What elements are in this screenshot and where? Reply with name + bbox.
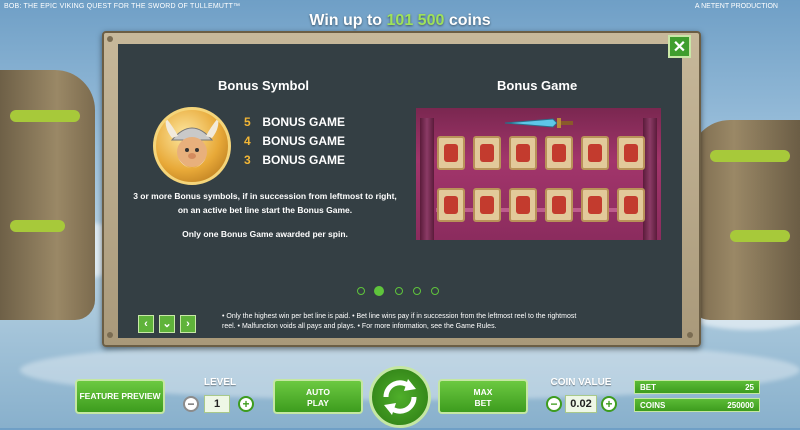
rules-text-line-1: • Only the highest win per bet line is p… [222, 313, 577, 320]
feature-preview-button[interactable]: FEATURE PREVIEW [75, 379, 165, 414]
page-dot[interactable] [413, 287, 421, 295]
scroll-down-button[interactable]: ⌄ [159, 315, 175, 333]
win-banner: Win up to 101 500 coins [0, 12, 800, 30]
close-button[interactable]: ✕ [668, 35, 691, 58]
bet-value: 25 [745, 383, 754, 392]
page-dot[interactable] [431, 287, 439, 295]
bonus-note: Only one Bonus Game awarded per spin. [182, 229, 348, 239]
level-label: LEVEL [203, 377, 237, 388]
bonus-tile [617, 188, 645, 222]
bonus-tile [545, 136, 573, 170]
rules-text-line-2: reel. • Malfunction voids all pays and p… [222, 323, 497, 330]
page-dot-active[interactable] [374, 286, 384, 296]
rivet [107, 36, 113, 42]
bet-label: BET [640, 383, 656, 392]
bonus-tile [581, 188, 609, 222]
page-dot[interactable] [357, 287, 365, 295]
bet-display: BET 25 [634, 380, 760, 394]
game-title: BOB: THE EPIC VIKING QUEST FOR THE SWORD… [4, 3, 241, 10]
bonus-symbol-viking-icon [153, 107, 231, 185]
win-amount: 101 500 [386, 12, 445, 29]
bonus-tile [509, 136, 537, 170]
coins-value: 250000 [727, 401, 754, 410]
coin-value-label: COIN VALUE [550, 377, 612, 388]
auto-play-button[interactable]: AUTO PLAY [273, 379, 363, 414]
level-minus-button[interactable]: − [183, 396, 199, 412]
bonus-tile [437, 136, 465, 170]
auto-play-label-1: AUTO [306, 387, 330, 397]
bonus-tile [473, 136, 501, 170]
left-cliff [0, 70, 95, 320]
right-cliff [690, 120, 800, 320]
coins-label: COINS [640, 401, 666, 410]
level-value: 1 [204, 395, 230, 413]
max-bet-label-1: MAX [473, 387, 493, 397]
page-dot[interactable] [395, 287, 403, 295]
bonus-game-title: Bonus Game [497, 78, 578, 93]
level-plus-button[interactable]: + [238, 396, 254, 412]
payout-count: 3 [244, 153, 251, 167]
rivet [687, 332, 693, 338]
spin-arrows-icon [383, 379, 417, 415]
bonus-tile [581, 136, 609, 170]
sword-icon [504, 118, 573, 128]
payout-count: 4 [244, 134, 251, 148]
bonus-tile [473, 188, 501, 222]
producer-credit: A NETENT PRODUCTION [694, 3, 778, 10]
bonus-tile [617, 136, 645, 170]
coins-display: COINS 250000 [634, 398, 760, 412]
bonus-symbol-title: Bonus Symbol [218, 78, 310, 93]
bonus-description: 3 or more Bonus symbols, if in successio… [133, 191, 397, 215]
win-prefix: Win up to [309, 12, 383, 29]
payout-row: 3 BONUS GAME [244, 153, 345, 167]
bonus-tile [509, 188, 537, 222]
payout-label: BONUS GAME [262, 115, 346, 129]
win-suffix: coins [448, 12, 491, 29]
max-bet-label-2: BET [474, 398, 492, 408]
payout-count: 5 [244, 115, 251, 129]
coin-value: 0.02 [565, 395, 597, 413]
payout-label: BONUS GAME [262, 134, 346, 148]
coin-value-minus-button[interactable]: − [546, 396, 562, 412]
spin-button[interactable] [369, 366, 431, 428]
payout-label: BONUS GAME [262, 153, 346, 167]
max-bet-button[interactable]: MAX BET [438, 379, 528, 414]
prev-page-button[interactable]: ‹ [138, 315, 154, 333]
bonus-tile [437, 188, 465, 222]
rivet [107, 332, 113, 338]
coin-value-plus-button[interactable]: + [601, 396, 617, 412]
payout-row: 4 BONUS GAME [244, 134, 345, 148]
next-page-button[interactable]: › [180, 315, 196, 333]
auto-play-label-2: PLAY [307, 398, 329, 408]
payout-row: 5 BONUS GAME [244, 115, 345, 129]
bonus-tile [545, 188, 573, 222]
